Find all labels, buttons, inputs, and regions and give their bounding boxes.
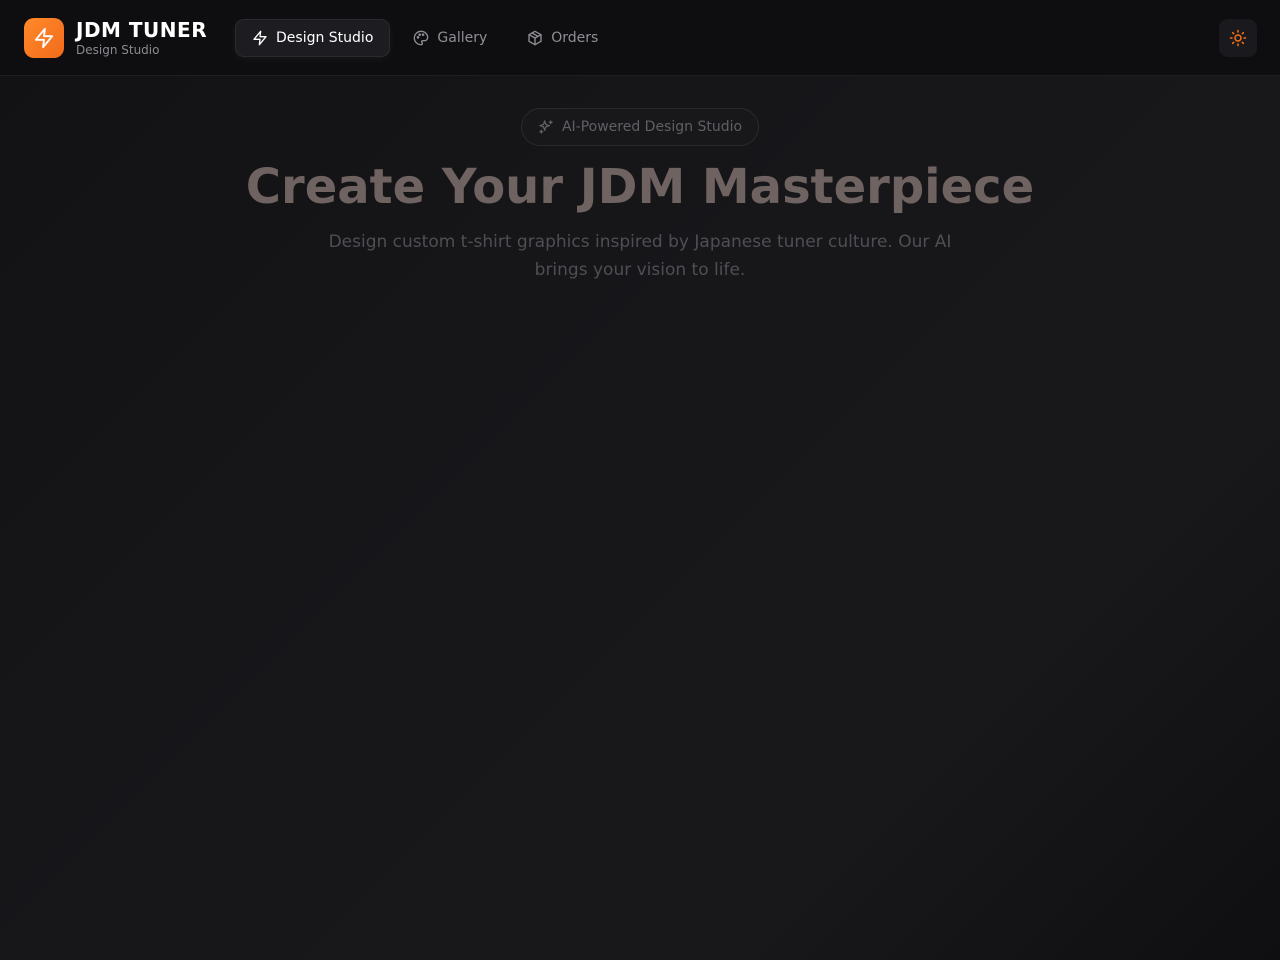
- hero-title: Create Your JDM Masterpiece: [245, 159, 1035, 215]
- brand-title: JDM TUNER: [76, 18, 208, 42]
- nav-orders[interactable]: Orders: [511, 20, 614, 56]
- lightning-icon: [253, 30, 267, 46]
- brand-subtitle: Design Studio: [76, 43, 160, 57]
- main-nav: Design Studio Gallery Orders: [236, 20, 622, 56]
- nav-gallery[interactable]: Gallery: [397, 20, 503, 56]
- package-icon: [528, 30, 542, 46]
- nav-label: Gallery: [437, 30, 488, 46]
- theme-toggle-button[interactable]: [1219, 19, 1257, 57]
- nav-label: Orders: [551, 30, 599, 46]
- logo: [24, 18, 64, 58]
- hero-badge-label: AI-Powered Design Studio: [561, 119, 743, 135]
- palette-icon: [414, 30, 429, 46]
- nav-label: Design Studio: [276, 30, 374, 46]
- sparkles-icon: [539, 120, 553, 134]
- lightning-icon: [34, 27, 54, 49]
- hero-badge: AI-Powered Design Studio: [521, 108, 759, 146]
- sun-icon: [1229, 29, 1247, 47]
- top-navbar: JDM TUNER Design Studio Design Studio Ga…: [0, 0, 1280, 76]
- brand[interactable]: JDM TUNER Design Studio: [24, 18, 207, 58]
- nav-design-studio[interactable]: Design Studio: [236, 20, 390, 56]
- hero-description: Design custom t-shirt graphics inspired …: [328, 232, 952, 280]
